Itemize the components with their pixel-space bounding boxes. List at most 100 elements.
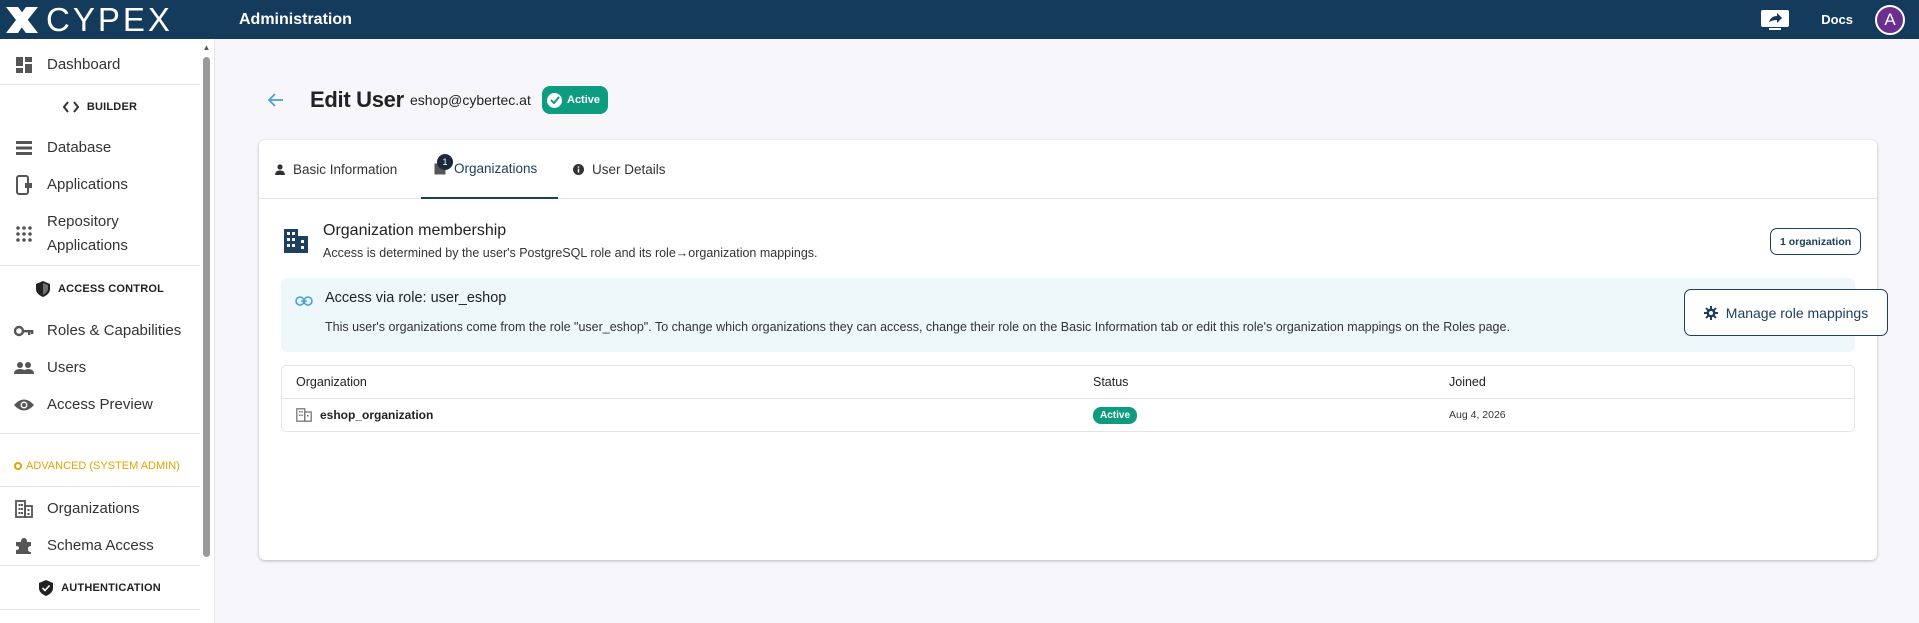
sidebar-item-users[interactable]: Users xyxy=(0,356,200,380)
scrollbar-thumb[interactable] xyxy=(203,57,210,557)
tab-bar: Basic Information 1 Organizations User D… xyxy=(259,140,1877,199)
app-title: Administration xyxy=(239,10,352,28)
manage-role-mappings-button[interactable]: Manage role mappings xyxy=(1684,289,1888,336)
sidebar-item-label: Organizations xyxy=(47,500,140,517)
tab-user-details[interactable]: User Details xyxy=(573,140,666,199)
section-label: ADVANCED (SYSTEM ADMIN) xyxy=(26,460,180,472)
organization-name: eshop_organization xyxy=(320,408,434,422)
person-icon xyxy=(275,164,285,175)
tab-label: User Details xyxy=(592,162,666,177)
gear-icon xyxy=(1703,305,1718,320)
table-cell-joined: Aug 4, 2026 xyxy=(1449,409,1506,421)
building-icon xyxy=(13,498,35,520)
check-circle-icon xyxy=(547,92,562,108)
database-icon xyxy=(13,137,35,159)
sidebar-item-access-preview[interactable]: Access Preview xyxy=(0,393,200,417)
share-button[interactable] xyxy=(1759,8,1791,32)
share-screen-icon xyxy=(1761,9,1790,30)
sidebar-item-applications[interactable]: Applications xyxy=(0,173,200,197)
table-cell-status: Active xyxy=(1093,404,1138,426)
sidebar-item-dashboard[interactable]: Dashboard xyxy=(0,53,200,77)
organization-count-badge: 1 organization xyxy=(1770,228,1862,255)
sidebar-item-label: Database xyxy=(47,139,112,156)
user-email: eshop@cybertec.at xyxy=(410,92,531,108)
status-badge: Active xyxy=(542,86,609,114)
top-bar: CYPEX Administration Docs A xyxy=(0,0,1919,39)
page-title: Edit User xyxy=(310,87,404,112)
arrow-left-icon xyxy=(268,93,283,107)
tab-organizations[interactable]: 1 Organizations xyxy=(421,140,558,199)
cypex-mark-icon xyxy=(6,6,38,33)
eye-icon xyxy=(13,394,35,416)
sidebar-item-label: Access Preview xyxy=(47,396,153,413)
sidebar-item-repository-applications[interactable]: Repository Applications xyxy=(0,210,200,258)
sidebar-item-label: Dashboard xyxy=(47,56,121,73)
building-icon xyxy=(283,228,309,259)
status-badge: Active xyxy=(1093,406,1138,424)
sidebar-item-label-line2: Applications xyxy=(47,237,128,254)
divider xyxy=(0,433,200,434)
divider xyxy=(0,84,200,85)
section-builder: BUILDER xyxy=(0,99,200,115)
logo-text: CYPEX xyxy=(46,1,173,38)
role-access-info: Access via role: user_eshop This user's … xyxy=(281,278,1855,352)
shield-icon xyxy=(35,281,50,297)
code-icon xyxy=(62,101,79,113)
section-advanced: ADVANCED (SYSTEM ADMIN) xyxy=(14,460,180,472)
sidebar-item-label-line1: Repository xyxy=(47,213,119,230)
tab-count-badge: 1 xyxy=(437,154,453,170)
key-icon xyxy=(13,320,35,342)
sidebar-item-label: Applications xyxy=(47,176,128,193)
section-authentication: AUTHENTICATION xyxy=(0,579,200,597)
docs-link[interactable]: Docs xyxy=(1821,12,1853,27)
link-icon xyxy=(295,293,313,311)
status-badge-label: Active xyxy=(567,94,601,106)
role-access-title: Access via role: user_eshop xyxy=(325,290,507,306)
section-access-control: ACCESS CONTROL xyxy=(0,280,200,298)
back-button[interactable] xyxy=(268,89,286,111)
advanced-icon xyxy=(14,462,22,470)
info-icon xyxy=(573,164,584,175)
section-label: ACCESS CONTROL xyxy=(57,283,165,295)
role-access-description: This user's organizations come from the … xyxy=(325,320,1510,334)
sidebar-item-label: Repository Applications xyxy=(47,210,128,258)
button-label: Manage role mappings xyxy=(1725,304,1869,321)
puzzle-icon xyxy=(13,535,35,557)
sidebar-item-label: Users xyxy=(47,359,87,376)
edit-user-card: Basic Information 1 Organizations User D… xyxy=(259,140,1888,560)
dashboard-icon xyxy=(13,54,35,76)
organizations-table: Organization Status Joined eshop_organiz… xyxy=(281,365,1855,432)
tab-basic-information[interactable]: Basic Information xyxy=(275,140,397,199)
sidebar-item-roles-capabilities[interactable]: Roles & Capabilities xyxy=(0,319,200,343)
membership-title: Organization membership xyxy=(323,222,507,239)
sidebar-item-label: Schema Access xyxy=(47,537,154,554)
divider xyxy=(0,265,200,266)
grid-icon xyxy=(13,223,35,245)
scroll-up-icon[interactable]: ▲ xyxy=(202,43,211,53)
building-outline-icon xyxy=(296,408,312,422)
users-icon xyxy=(13,357,35,379)
membership-description: Access is determined by the user's Postg… xyxy=(323,246,818,260)
sidebar: Dashboard BUILDER Database Applications … xyxy=(0,39,215,623)
sidebar-item-database[interactable]: Database xyxy=(0,136,200,160)
section-label: AUTHENTICATION xyxy=(61,582,161,594)
table-cell-organization[interactable]: eshop_organization xyxy=(296,404,433,426)
sidebar-item-label: Roles & Capabilities xyxy=(47,322,182,339)
divider xyxy=(0,565,200,566)
tab-label: Organizations xyxy=(454,161,538,176)
divider xyxy=(0,609,200,610)
section-label: BUILDER xyxy=(86,101,138,113)
verified-shield-icon xyxy=(39,580,54,596)
avatar[interactable]: A xyxy=(1875,4,1905,35)
column-header-organization: Organization xyxy=(296,375,367,389)
divider xyxy=(0,486,200,487)
cypex-logo[interactable]: CYPEX xyxy=(0,0,215,39)
applications-icon xyxy=(13,174,35,196)
tab-label: Basic Information xyxy=(293,162,398,177)
column-header-joined: Joined xyxy=(1449,375,1486,389)
column-header-status: Status xyxy=(1093,375,1129,389)
header-divider xyxy=(282,398,1854,399)
sidebar-scrollbar[interactable]: ▲ xyxy=(202,43,211,623)
sidebar-item-schema-access[interactable]: Schema Access xyxy=(0,534,200,558)
sidebar-item-organizations[interactable]: Organizations xyxy=(0,497,200,521)
